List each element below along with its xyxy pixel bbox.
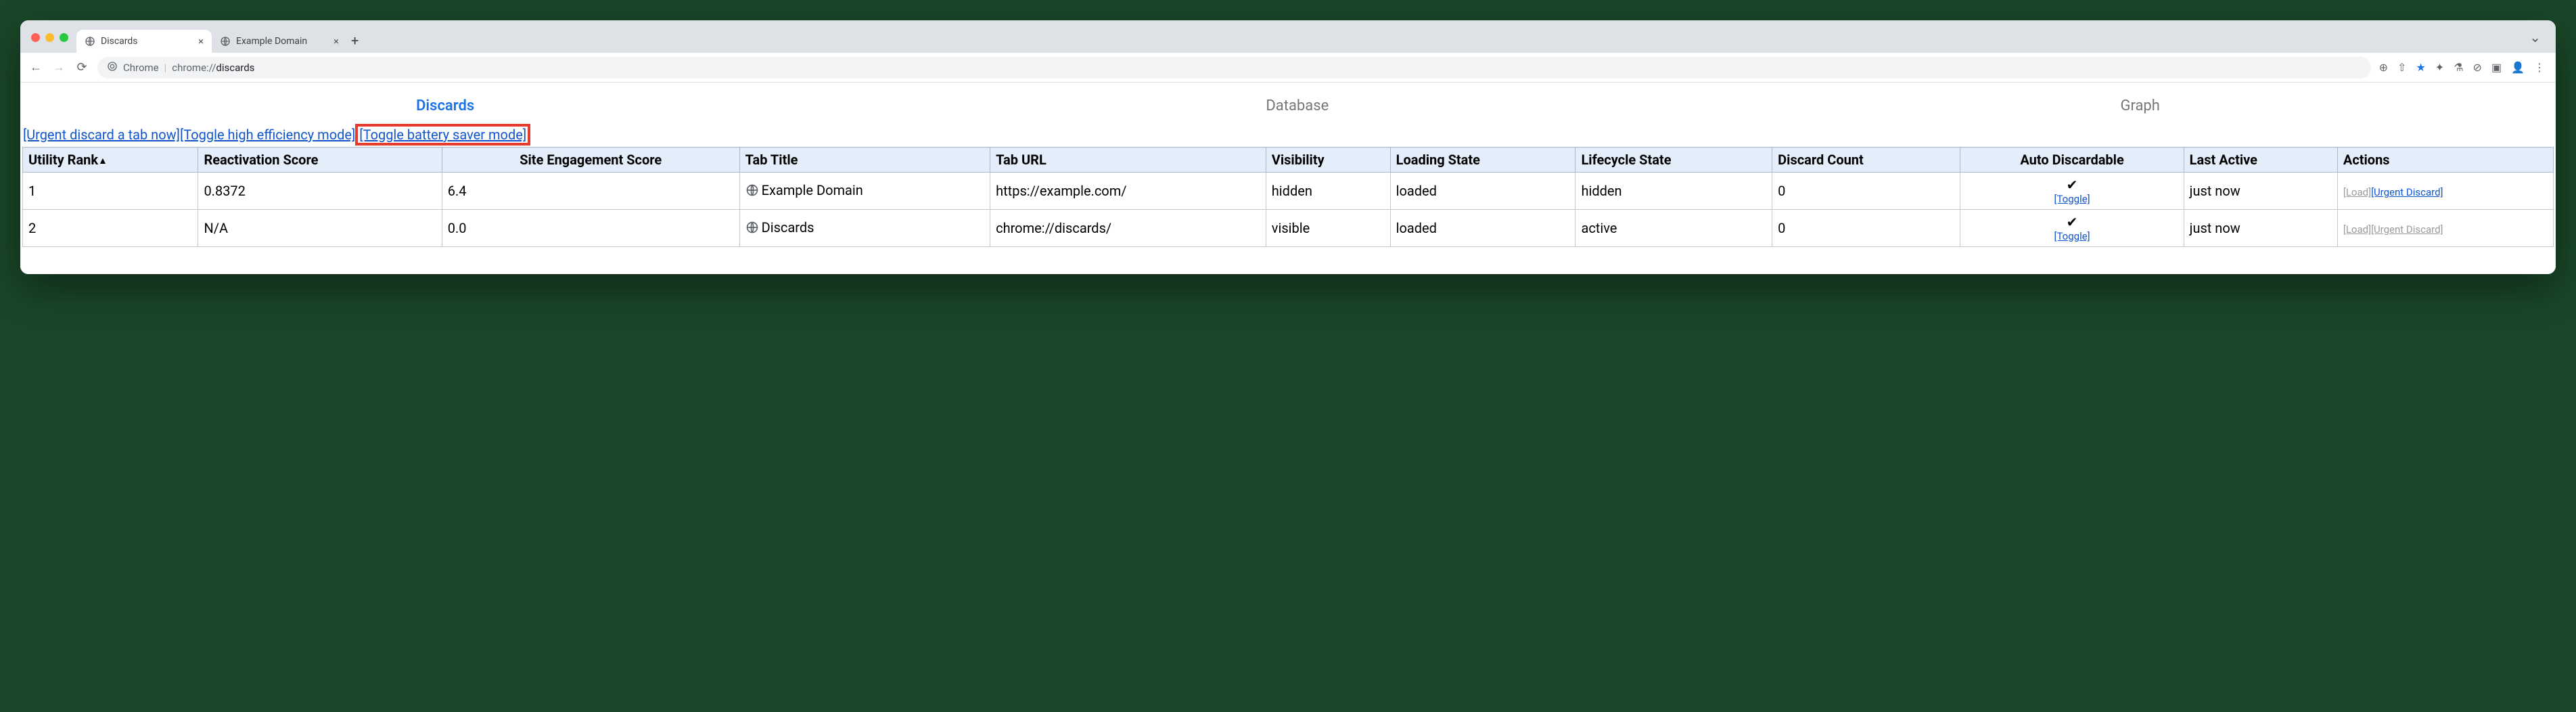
globe-icon	[745, 184, 759, 200]
cell-life: active	[1576, 210, 1772, 247]
close-tab-icon[interactable]: ×	[334, 35, 339, 47]
command-links: [Urgent discard a tab now][Toggle high e…	[20, 124, 2556, 147]
col-last-active[interactable]: Last Active	[2184, 148, 2337, 173]
cell-actions: [Load][Urgent Discard]	[2337, 173, 2553, 210]
toolbar-icons: ⊕ ⇧ ★ ✦ ⚗ ⊘ ▣ 👤 ⋮	[2379, 61, 2548, 74]
globe-icon	[745, 221, 759, 238]
page-tabs: Discards Database Graph	[20, 89, 2556, 124]
close-tab-icon[interactable]: ×	[198, 35, 204, 47]
discards-table: Utility Rank▲ Reactivation Score Site En…	[22, 147, 2554, 247]
col-auto-discardable[interactable]: Auto Discardable	[1960, 148, 2184, 173]
table-header-row: Utility Rank▲ Reactivation Score Site En…	[23, 148, 2554, 173]
toolbar: ← → ⟳ Chrome | chrome://discards ⊕ ⇧ ★ ✦…	[20, 53, 2556, 83]
cell-load: loaded	[1390, 173, 1576, 210]
col-discard-count[interactable]: Discard Count	[1772, 148, 1960, 173]
menu-icon[interactable]: ⋮	[2534, 61, 2545, 74]
action-urgent-discard[interactable]: [Urgent Discard]	[2371, 186, 2443, 198]
toggle-battery-saver-link[interactable]: [Toggle battery saver mode]	[359, 127, 526, 143]
check-icon: ✔	[2067, 177, 2078, 193]
sidepanel-icon[interactable]: ▣	[2491, 61, 2502, 74]
labs-icon[interactable]: ⚗	[2454, 61, 2463, 74]
col-lifecycle-state[interactable]: Lifecycle State	[1576, 148, 1772, 173]
forward-button[interactable]: →	[51, 60, 66, 74]
omni-sep: |	[164, 62, 167, 74]
reload-button[interactable]: ⟳	[74, 60, 89, 74]
cell-actions: [Load][Urgent Discard]	[2337, 210, 2553, 247]
cell-disc: 0	[1772, 173, 1960, 210]
cell-url: chrome://discards/	[990, 210, 1266, 247]
toggle-auto-link[interactable]: [Toggle]	[1966, 193, 2178, 205]
omnibox[interactable]: Chrome | chrome://discards	[97, 57, 2371, 79]
globe-icon	[220, 36, 231, 47]
col-tab-title[interactable]: Tab Title	[739, 148, 990, 173]
check-icon: ✔	[2067, 214, 2078, 230]
cell-vis: hidden	[1266, 173, 1390, 210]
tab-example[interactable]: Example Domain ×	[212, 30, 347, 53]
shield-icon[interactable]: ⊘	[2473, 61, 2482, 74]
cell-url: https://example.com/	[990, 173, 1266, 210]
tab-page-database[interactable]: Database	[1266, 97, 1329, 114]
chrome-icon	[107, 61, 118, 74]
tab-strip: Discards × Example Domain × +	[76, 26, 2529, 53]
omni-path: discards	[216, 62, 254, 74]
back-button[interactable]: ←	[28, 60, 43, 74]
action-urgent-discard: [Urgent Discard]	[2371, 223, 2443, 236]
toggle-auto-link[interactable]: [Toggle]	[1966, 230, 2178, 242]
col-reactivation-score[interactable]: Reactivation Score	[198, 148, 442, 173]
col-site-engagement[interactable]: Site Engagement Score	[442, 148, 739, 173]
sort-indicator-icon: ▲	[98, 156, 108, 166]
cell-last: just now	[2184, 173, 2337, 210]
omni-label: Chrome	[123, 62, 159, 74]
tab-page-discards[interactable]: Discards	[416, 97, 474, 114]
cell-title: Example Domain	[739, 173, 990, 210]
cell-eng: 6.4	[442, 173, 739, 210]
cell-life: hidden	[1576, 173, 1772, 210]
cell-react: 0.8372	[198, 173, 442, 210]
browser-window: Discards × Example Domain × + ⌄ ← → ⟳ Ch…	[20, 20, 2556, 274]
cell-rank: 2	[23, 210, 198, 247]
cell-auto: ✔[Toggle]	[1960, 173, 2184, 210]
highlight-box: [Toggle battery saver mode]	[355, 124, 530, 146]
cell-disc: 0	[1772, 210, 1960, 247]
cell-rank: 1	[23, 173, 198, 210]
action-load: [Load]	[2343, 223, 2371, 236]
cell-vis: visible	[1266, 210, 1390, 247]
col-loading-state[interactable]: Loading State	[1390, 148, 1576, 173]
share-icon[interactable]: ⇧	[2397, 61, 2406, 74]
maximize-window-button[interactable]	[60, 33, 68, 42]
avatar-icon[interactable]: 👤	[2511, 61, 2525, 74]
cell-load: loaded	[1390, 210, 1576, 247]
new-tab-button[interactable]: +	[347, 32, 365, 53]
cell-eng: 0.0	[442, 210, 739, 247]
titlebar: Discards × Example Domain × + ⌄	[20, 20, 2556, 53]
minimize-window-button[interactable]	[45, 33, 54, 42]
tab-discards[interactable]: Discards ×	[76, 30, 212, 53]
window-controls	[27, 33, 76, 46]
tab-title: Example Domain	[236, 36, 307, 47]
col-visibility[interactable]: Visibility	[1266, 148, 1390, 173]
cell-title: Discards	[739, 210, 990, 247]
action-load: [Load]	[2343, 186, 2371, 198]
page-content: Discards Database Graph [Urgent discard …	[20, 83, 2556, 274]
col-actions[interactable]: Actions	[2337, 148, 2553, 173]
cell-auto: ✔[Toggle]	[1960, 210, 2184, 247]
globe-icon	[85, 36, 95, 47]
toggle-efficiency-link[interactable]: [Toggle high efficiency mode]	[180, 127, 355, 143]
tab-page-graph[interactable]: Graph	[2120, 97, 2159, 114]
extensions-icon[interactable]: ✦	[2435, 61, 2444, 74]
cell-react: N/A	[198, 210, 442, 247]
zoom-icon[interactable]: ⊕	[2379, 61, 2388, 74]
col-tab-url[interactable]: Tab URL	[990, 148, 1266, 173]
tab-title: Discards	[101, 36, 138, 47]
table-row: 2N/A0.0Discardschrome://discards/visible…	[23, 210, 2554, 247]
urgent-discard-link[interactable]: [Urgent discard a tab now]	[23, 127, 180, 143]
bookmark-star-icon[interactable]: ★	[2416, 61, 2425, 74]
cell-last: just now	[2184, 210, 2337, 247]
col-utility-rank[interactable]: Utility Rank▲	[23, 148, 198, 173]
close-window-button[interactable]	[31, 33, 40, 42]
window-chevron[interactable]: ⌄	[2529, 29, 2549, 49]
omni-host: chrome://	[172, 62, 216, 74]
table-row: 10.83726.4Example Domainhttps://example.…	[23, 173, 2554, 210]
